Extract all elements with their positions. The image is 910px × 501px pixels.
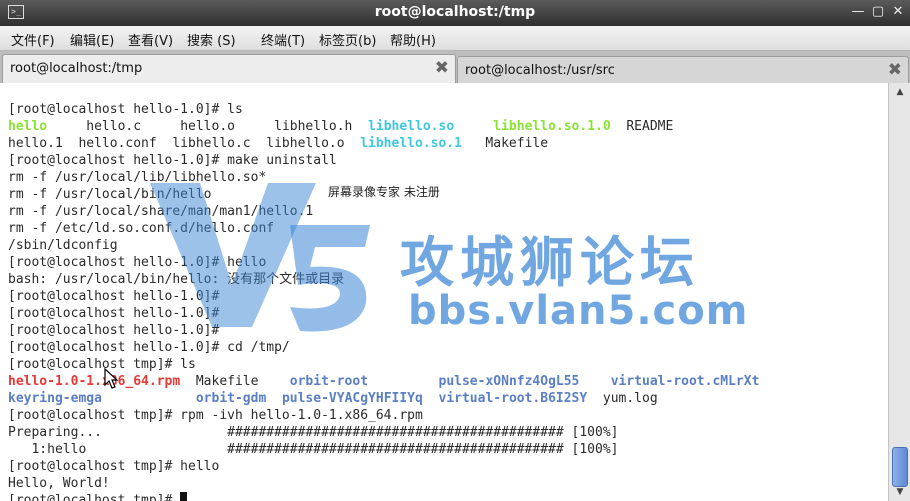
terminal-text: [root@localhost hello-1.0]# (8, 323, 220, 338)
terminal-text: rm -f /usr/local/bin/hello (8, 187, 212, 202)
terminal-line: [root@localhost hello-1.0]# (8, 288, 759, 305)
menu-search[interactable]: 搜索 (S) (187, 30, 236, 49)
minimize-icon[interactable]: — (850, 4, 866, 20)
terminal-line: /sbin/ldconfig (8, 237, 759, 254)
close-icon[interactable]: ✕ (890, 4, 906, 20)
terminal-line: [root@localhost tmp]# (8, 492, 759, 501)
terminal-text: [root@localhost tmp]# ls (8, 357, 196, 372)
terminal-text: hello.1 hello.conf libhello.c libhello.o (8, 136, 361, 151)
terminal-text: [root@localhost hello-1.0]# ls (8, 102, 243, 117)
terminal-cursor (180, 492, 188, 501)
terminal-line: keyring-emga orbit-gdm pulse-VYACgYHFIIY… (8, 390, 759, 407)
terminal-text: [root@localhost hello-1.0]# (8, 306, 220, 321)
terminal-line: [root@localhost hello-1.0]# (8, 322, 759, 339)
terminal-text: 1:hello ################################… (8, 442, 619, 457)
terminal-line: rm -f /usr/local/share/man/man1/hello.1 (8, 203, 759, 220)
terminal-text: virtual-root.cMLrXt (610, 374, 760, 389)
tab-label: root@localhost:/usr/src (465, 63, 615, 78)
tab-bar: root@localhost:/tmp ✖ root@localhost:/us… (0, 51, 910, 84)
scroll-down-icon[interactable]: ▼ (889, 485, 910, 499)
terminal-line: hello.1 hello.conf libhello.c libhello.o… (8, 135, 759, 152)
terminal-lines: [root@localhost hello-1.0]# ls hello hell… (8, 101, 759, 501)
terminal-line: 1:hello ################################… (8, 441, 759, 458)
terminal-text: libhello.so.1.0 (493, 119, 611, 134)
terminal-text: Makefile (461, 136, 549, 151)
title-bar: >_ root@localhost:/tmp — ▢ ✕ (0, 0, 910, 26)
terminal-text: orbit-gdm (195, 391, 267, 406)
terminal-line: [root@localhost tmp]# rpm -ivh hello-1.0… (8, 407, 759, 424)
menu-bar: 文件(F) 编辑(E) 查看(V) 搜索 (S) 终端(T) 标签页(b) 帮助… (0, 26, 910, 51)
terminal-text: [root@localhost hello-1.0]# (8, 289, 220, 304)
terminal-text: Hello, World! (8, 476, 110, 491)
terminal-text: /sbin/ldconfig (8, 238, 118, 253)
window-title: root@localhost:/tmp (374, 4, 536, 20)
terminal-line: [root@localhost hello-1.0]# ls (8, 101, 759, 118)
maximize-icon[interactable]: ▢ (870, 4, 886, 20)
terminal-text: yum.log (587, 391, 658, 406)
menu-view[interactable]: 查看(V) (128, 30, 173, 49)
terminal-text: pulse-VYACgYHFIIYq (281, 391, 423, 406)
terminal-text: [root@localhost tmp]# (8, 493, 181, 501)
terminal-line: Preparing... ###########################… (8, 424, 759, 441)
terminal-text: Makefile (180, 374, 290, 389)
terminal-line: [root@localhost tmp]# hello (8, 458, 759, 475)
terminal-text: [root@localhost hello-1.0]# cd /tmp/ (8, 340, 290, 355)
terminal-line: [root@localhost hello-1.0]# hello (8, 254, 759, 271)
terminal-text: [root@localhost tmp]# hello (8, 459, 220, 474)
tab-tmp[interactable]: root@localhost:/tmp ✖ (2, 54, 456, 84)
terminal-text: rm -f /etc/ld.so.conf.d/hello.conf (8, 221, 275, 236)
terminal-output[interactable]: [root@localhost hello-1.0]# ls hello hell… (0, 83, 888, 501)
terminal-text: hello-1.0-1.x86_64.rpm (8, 374, 181, 389)
terminal-text: [root@localhost hello-1.0]# hello (8, 255, 267, 270)
terminal-text: orbit-root (289, 374, 369, 389)
vertical-scrollbar[interactable]: ▲ ▼ (888, 83, 910, 501)
terminal-line: [root@localhost hello-1.0]# cd /tmp/ (8, 339, 759, 356)
menu-terminal[interactable]: 终端(T) (261, 30, 305, 49)
terminal-text: hello.c hello.o libhello.h (47, 119, 369, 134)
terminal-text: libhello.so.1 (360, 136, 462, 151)
terminal-text: [root@localhost hello-1.0]# make uninsta… (8, 153, 337, 168)
terminal-text: [root@localhost tmp]# rpm -ivh hello-1.0… (8, 408, 423, 423)
terminal-line: [root@localhost hello-1.0]# (8, 305, 759, 322)
terminal-text: Preparing... ###########################… (8, 425, 619, 440)
terminal-line: [root@localhost tmp]# ls (8, 356, 759, 373)
menu-help[interactable]: 帮助(H) (390, 30, 436, 49)
terminal-text: rm -f /usr/local/lib/libhello.so* (8, 170, 267, 185)
mouse-pointer-icon (104, 368, 119, 389)
menu-edit[interactable]: 编辑(E) (70, 30, 114, 49)
tab-usr-src[interactable]: root@localhost:/usr/src ✖ (457, 56, 909, 84)
terminal-line: Hello, World! (8, 475, 759, 492)
terminal-text: virtual-root.B6I2SY (438, 391, 588, 406)
tab-close-icon[interactable]: ✖ (435, 58, 449, 78)
terminal-text: pulse-xONnfz4OgL55 (438, 374, 580, 389)
terminal-text: keyring-emga (8, 391, 102, 406)
terminal-line: bash: /usr/local/bin/hello: 没有那个文件或目录 (8, 271, 759, 288)
terminal-text: hello (8, 119, 48, 134)
scroll-up-icon[interactable]: ▲ (889, 85, 910, 99)
terminal-text: bash: /usr/local/bin/hello: 没有那个文件或目录 (8, 272, 345, 287)
terminal-line: rm -f /usr/local/bin/hello (8, 186, 759, 203)
terminal-line: rm -f /usr/local/lib/libhello.so* (8, 169, 759, 186)
tab-close-icon[interactable]: ✖ (888, 60, 902, 80)
scrollbar-thumb[interactable] (892, 447, 908, 487)
menu-file[interactable]: 文件(F) (11, 30, 55, 49)
terminal-text: README (610, 119, 674, 134)
terminal-line: rm -f /etc/ld.so.conf.d/hello.conf (8, 220, 759, 237)
tab-label: root@localhost:/tmp (10, 61, 143, 76)
terminal-text: libhello.so (368, 119, 455, 134)
terminal-text: rm -f /usr/local/share/man/man1/hello.1 (8, 204, 314, 219)
terminal-line: hello-1.0-1.x86_64.rpm Makefile orbit-ro… (8, 373, 759, 390)
terminal-line: hello hello.c hello.o libhello.h libhell… (8, 118, 759, 135)
menu-tabs[interactable]: 标签页(b) (319, 30, 376, 49)
terminal-line: [root@localhost hello-1.0]# make uninsta… (8, 152, 759, 169)
